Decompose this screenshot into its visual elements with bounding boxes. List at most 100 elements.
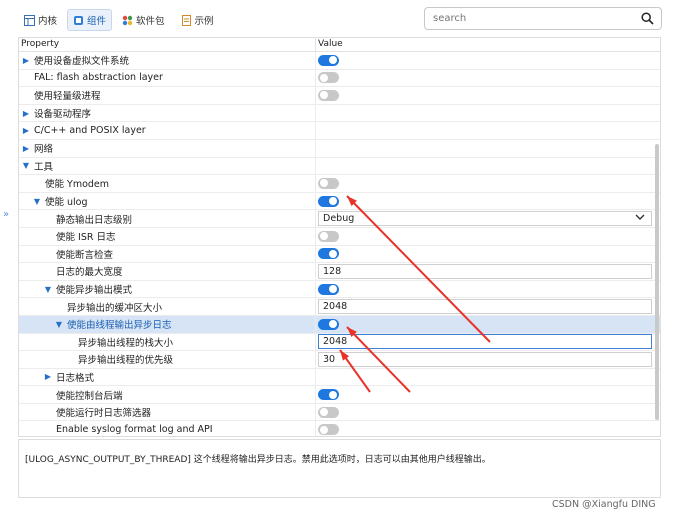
property-cell: 静态输出日志级别 <box>19 210 316 227</box>
grid-row[interactable]: ▶ 使用设备虚拟文件系统 <box>19 52 660 70</box>
column-header-property: Property <box>19 38 316 51</box>
property-label: 使能运行时日志筛选器 <box>56 408 152 420</box>
grid-row[interactable]: ▼ 使能异步输出模式 <box>19 280 660 299</box>
property-cell: ▶ 网络 <box>19 139 316 157</box>
tab-3[interactable]: 示例 <box>175 9 220 31</box>
property-cell: 异步输出线程的栈大小 <box>19 333 316 351</box>
toggle-switch[interactable] <box>318 89 339 101</box>
value-cell <box>316 175 652 192</box>
grid-row[interactable]: 静态输出日志级别 Debug <box>19 210 660 228</box>
toggle-switch[interactable] <box>318 195 339 207</box>
property-label: 异步输出线程的栈大小 <box>78 337 174 349</box>
grid-row[interactable]: 使能运行时日志筛选器 <box>19 403 660 422</box>
tab-0[interactable]: 内核 <box>18 9 63 31</box>
property-grid: Property Value ▶ 使用设备虚拟文件系统 FAL: flash abs… <box>18 37 661 437</box>
property-label: 网络 <box>34 144 54 156</box>
property-label: FAL: flash abstraction layer <box>34 72 163 84</box>
property-label: Enable syslog format log and API <box>56 424 213 436</box>
expand-arrow-icon[interactable]: ▶ <box>21 126 31 135</box>
grid-row[interactable]: 异步输出的缓冲区大小 2048 <box>19 298 660 316</box>
toggle-switch[interactable] <box>318 72 339 84</box>
property-cell: ▼ 使能异步输出模式 <box>19 280 316 298</box>
grid-row[interactable]: FAL: flash abstraction layer <box>19 69 660 88</box>
grid-row[interactable]: 使用轻量级进程 <box>19 87 660 105</box>
expand-panel-icon[interactable]: » <box>3 209 9 220</box>
tab-2[interactable]: 软件包 <box>116 9 171 31</box>
vertical-scrollbar[interactable] <box>655 144 659 420</box>
grid-row[interactable]: 日志的最大宽度 128 <box>19 263 660 281</box>
toggle-switch[interactable] <box>318 248 339 260</box>
value-cell <box>316 421 652 436</box>
property-cell: ▶ 设备驱动程序 <box>19 104 316 122</box>
grid-header: Property Value <box>19 38 660 52</box>
property-cell: ▶ C/C++ and POSIX layer <box>19 122 316 139</box>
value-cell <box>316 386 652 403</box>
grid-row[interactable]: 使能控制台后端 <box>19 386 660 404</box>
value-cell <box>316 281 652 298</box>
value-cell <box>316 87 652 104</box>
value-cell <box>316 316 652 333</box>
value-cell <box>316 193 652 210</box>
property-label: 使用设备虚拟文件系统 <box>34 56 130 68</box>
component-icon <box>73 15 84 26</box>
property-cell: 使能运行时日志筛选器 <box>19 403 316 421</box>
grid-row[interactable]: 使能断言检查 <box>19 245 660 264</box>
value-cell <box>316 404 652 421</box>
property-label: 使能异步输出模式 <box>56 285 133 297</box>
description-panel: [ULOG_ASYNC_OUTPUT_BY_THREAD] 这个线程将输出异步日… <box>18 439 661 498</box>
value-input[interactable]: 2048 <box>318 334 652 350</box>
collapse-arrow-icon[interactable]: ▼ <box>43 285 53 294</box>
grid-row[interactable]: ▶ 网络 <box>19 139 660 158</box>
grid-row[interactable]: ▼ 工具 <box>19 157 660 176</box>
kernel-icon <box>24 14 35 26</box>
grid-row[interactable]: ▶ 设备驱动程序 <box>19 104 660 123</box>
grid-row[interactable]: ▼ 使能由线程输出异步日志 <box>19 315 660 334</box>
toggle-switch[interactable] <box>318 230 339 242</box>
property-label: 使能 Ymodem <box>45 179 110 191</box>
grid-row[interactable]: Enable syslog format log and API <box>19 421 660 436</box>
property-cell: 使用轻量级进程 <box>19 87 316 104</box>
tab-1[interactable]: 组件 <box>67 9 113 31</box>
property-label: 设备驱动程序 <box>34 109 92 121</box>
collapse-arrow-icon[interactable]: ▼ <box>21 161 31 170</box>
collapse-arrow-icon[interactable]: ▼ <box>54 320 64 329</box>
property-cell: Enable syslog format log and API <box>19 421 316 436</box>
collapse-arrow-icon[interactable]: ▼ <box>32 197 42 206</box>
property-cell: FAL: flash abstraction layer <box>19 69 316 87</box>
grid-row[interactable]: 使能 ISR 日志 <box>19 227 660 246</box>
property-label: 使能 ISR 日志 <box>56 232 116 244</box>
value-input[interactable]: 2048 <box>318 299 652 315</box>
grid-row[interactable]: 异步输出线程的优先级 30 <box>19 351 660 369</box>
property-label: C/C++ and POSIX layer <box>34 125 146 137</box>
expand-arrow-icon[interactable]: ▶ <box>21 144 31 153</box>
search-input[interactable] <box>425 8 625 29</box>
grid-row[interactable]: 异步输出线程的栈大小 2048 <box>19 333 660 352</box>
grid-row[interactable]: ▶ 日志格式 <box>19 368 660 387</box>
property-label: 使能 ulog <box>45 197 88 209</box>
expand-arrow-icon[interactable]: ▶ <box>21 56 31 65</box>
grid-row[interactable]: 使能 Ymodem <box>19 175 660 193</box>
toggle-switch[interactable] <box>318 389 339 401</box>
value-cell <box>316 140 652 157</box>
expand-arrow-icon[interactable]: ▶ <box>43 372 53 381</box>
property-cell: 异步输出线程的优先级 <box>19 351 316 368</box>
value-text: 128 <box>323 265 342 277</box>
property-cell: ▶ 使用设备虚拟文件系统 <box>19 52 316 69</box>
expand-arrow-icon[interactable]: ▶ <box>21 109 31 118</box>
toggle-switch[interactable] <box>318 283 339 295</box>
grid-row[interactable]: ▼ 使能 ulog <box>19 192 660 211</box>
watermark: CSDN @Xiangfu DING <box>552 499 656 510</box>
toggle-switch[interactable] <box>318 177 339 189</box>
toggle-switch[interactable] <box>318 424 339 436</box>
toggle-switch[interactable] <box>318 406 339 418</box>
grid-rows: ▶ 使用设备虚拟文件系统 FAL: flash abstraction layer 使… <box>19 52 660 436</box>
value-input[interactable]: 128 <box>318 263 652 279</box>
toggle-switch[interactable] <box>318 318 339 330</box>
toggle-switch[interactable] <box>318 54 339 66</box>
search-icon[interactable] <box>641 12 654 25</box>
value-select[interactable]: Debug <box>318 211 652 227</box>
chevron-down-icon[interactable] <box>635 213 651 224</box>
property-label: 日志的最大宽度 <box>56 267 123 279</box>
value-input[interactable]: 30 <box>318 351 652 367</box>
grid-row[interactable]: ▶ C/C++ and POSIX layer <box>19 122 660 140</box>
